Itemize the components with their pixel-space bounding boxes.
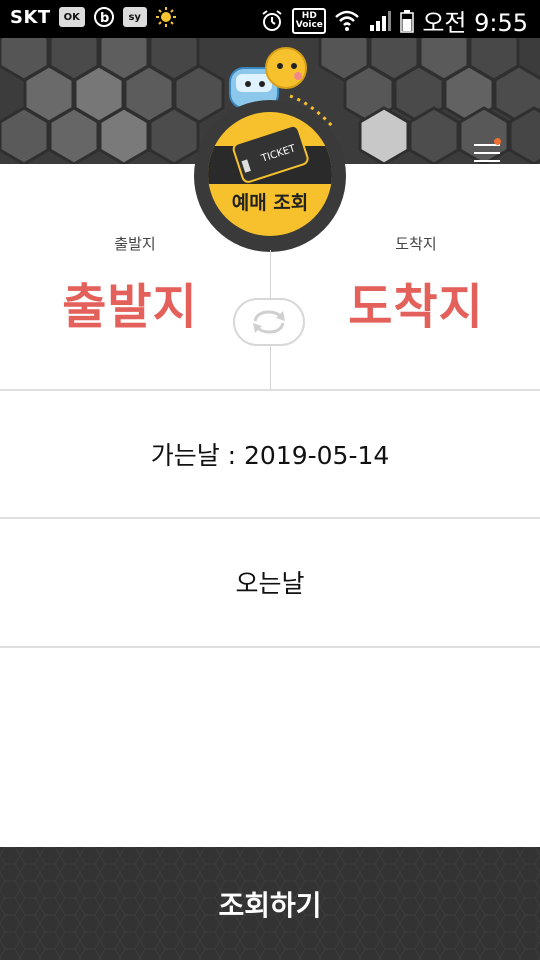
status-bar: SKT OK b sy HD Voice 오전 9:55 (0, 0, 540, 38)
departure-selector[interactable]: 출발지 (0, 267, 265, 337)
ticket-icon: TICKET (208, 124, 332, 184)
divider (0, 646, 540, 648)
voice-label: Voice (295, 19, 323, 30)
notification-dot (494, 138, 501, 145)
arrival-label: 도착지 (395, 235, 437, 253)
carrier-label: SKT (10, 6, 51, 28)
alarm-icon (262, 9, 282, 31)
departure-date-row[interactable]: 가는날 : 2019-05-14 (0, 391, 540, 517)
svg-text:b: b (100, 11, 109, 26)
sun-icon (155, 7, 176, 27)
swap-arrows-icon (253, 310, 285, 334)
sy-icon: sy (122, 7, 147, 27)
arrival-selector[interactable]: 도착지 (281, 267, 540, 337)
battery-icon (400, 9, 415, 33)
wifi-icon (335, 10, 360, 31)
b-circle-icon: b (93, 7, 114, 27)
swap-route-button[interactable] (233, 298, 305, 346)
signal-icon (370, 10, 392, 31)
badge-label[interactable]: 예매 조회 (208, 188, 332, 215)
return-date-row[interactable]: 오는날 (0, 519, 540, 645)
hd-voice-icon: HD Voice (292, 7, 327, 34)
clock-time: 오전 9:55 (422, 9, 528, 37)
reservation-lookup-badge[interactable]: TICKET (208, 112, 332, 236)
ok-cashbag-icon: OK (58, 7, 85, 27)
departure-label: 출발지 (114, 235, 156, 253)
search-button[interactable]: 조회하기 (0, 848, 540, 960)
return-date-text: 오는날 (235, 569, 305, 598)
departure-date-text: 가는날 : 2019-05-14 (150, 441, 390, 470)
